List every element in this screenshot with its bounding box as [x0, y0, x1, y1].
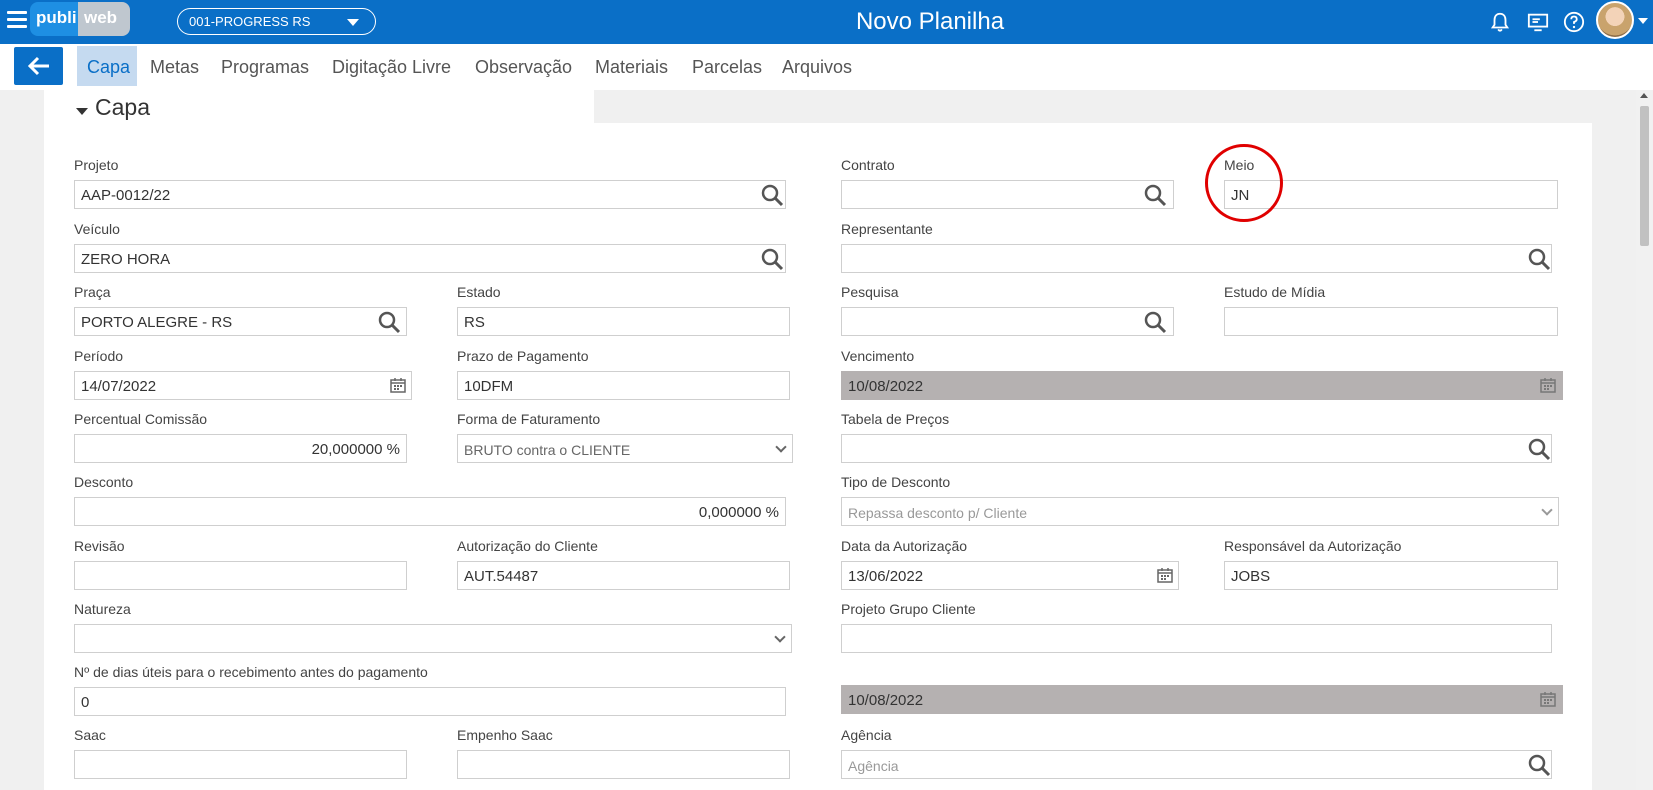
periodo-field[interactable]: 14/07/2022 [74, 371, 412, 400]
saac-field[interactable] [74, 750, 407, 779]
calendar-icon [1540, 378, 1556, 393]
search-icon[interactable] [760, 247, 784, 271]
estudo-midia-label: Estudo de Mídia [1224, 284, 1326, 300]
projeto-label: Projeto [74, 157, 119, 173]
agencia-label: Agência [841, 727, 892, 743]
projeto-grupo-cliente-field[interactable] [841, 624, 1552, 653]
revisao-field[interactable] [74, 561, 407, 590]
forma-faturamento-label: Forma de Faturamento [457, 411, 601, 427]
arrow-left-icon [27, 56, 49, 76]
search-icon[interactable] [1527, 753, 1551, 777]
search-icon[interactable] [760, 183, 784, 207]
meio-field[interactable]: JN [1224, 180, 1558, 209]
search-icon[interactable] [1527, 247, 1551, 271]
company-select-value: 001-PROGRESS RS [189, 14, 311, 29]
chevron-down-icon[interactable] [1638, 18, 1648, 24]
saac-label: Saac [74, 727, 106, 743]
representante-field[interactable] [841, 244, 1552, 273]
dias-uteis-field[interactable]: 0 [74, 687, 786, 716]
menu-icon[interactable] [7, 11, 27, 29]
company-select[interactable]: 001-PROGRESS RS [177, 8, 376, 35]
veiculo-label: Veículo [74, 221, 120, 237]
logo-right: web [78, 2, 130, 36]
caret-down-icon[interactable] [76, 108, 88, 115]
projeto-field[interactable]: AAP-0012/22 [74, 180, 786, 209]
bell-icon[interactable] [1489, 11, 1511, 33]
autorizacao-cliente-label: Autorização do Cliente [457, 538, 598, 554]
back-button[interactable] [14, 47, 63, 85]
praca-label: Praça [74, 284, 111, 300]
chevron-down-icon [347, 19, 359, 26]
data-autorizacao-label: Data da Autorização [841, 538, 968, 554]
veiculo-field[interactable]: ZERO HORA [74, 244, 786, 273]
monitor-icon[interactable] [1527, 11, 1549, 33]
pesquisa-label: Pesquisa [841, 284, 899, 300]
praca-field[interactable]: PORTO ALEGRE - RS [74, 307, 407, 336]
estado-label: Estado [457, 284, 501, 300]
scroll-up-icon[interactable] [1640, 93, 1648, 98]
tab-capa[interactable]: Capa [77, 46, 138, 86]
desconto-label: Desconto [74, 474, 134, 490]
scrollbar[interactable] [1636, 90, 1653, 790]
help-icon[interactable] [1563, 11, 1585, 33]
dias-uteis-label: Nº de dias úteis para o recebimento ante… [74, 664, 428, 680]
tabela-precos-label: Tabela de Preços [841, 411, 950, 427]
vencimento-label: Vencimento [841, 348, 915, 364]
pesquisa-field[interactable] [841, 307, 1174, 336]
search-icon[interactable] [1143, 310, 1167, 334]
revisao-label: Revisão [74, 538, 125, 554]
tab-observacao[interactable]: Observação [475, 46, 572, 86]
percentual-comissao-label: Percentual Comissão [74, 411, 208, 427]
calendar-icon[interactable] [1157, 567, 1173, 583]
tipo-desconto-select[interactable]: Repassa desconto p/ Cliente [841, 497, 1559, 526]
responsavel-autorizacao-field[interactable]: JOBS [1224, 561, 1558, 590]
tab-arquivos[interactable]: Arquivos [782, 46, 852, 86]
prazo-pagamento-field[interactable]: 10DFM [457, 371, 790, 400]
natureza-select[interactable] [74, 624, 792, 653]
contrato-label: Contrato [841, 157, 895, 173]
section-title[interactable]: Capa [95, 94, 150, 121]
search-icon[interactable] [1527, 437, 1551, 461]
desconto-field[interactable]: 0,000000 % [74, 497, 786, 526]
tipo-desconto-label: Tipo de Desconto [841, 474, 951, 490]
tab-metas[interactable]: Metas [150, 46, 199, 86]
publiweb-logo[interactable]: publi web [30, 2, 130, 38]
natureza-label: Natureza [74, 601, 131, 617]
contrato-field[interactable] [841, 180, 1174, 209]
calendar-icon [1540, 692, 1556, 707]
empenho-saac-field[interactable] [457, 750, 790, 779]
tabela-precos-field[interactable] [841, 434, 1552, 463]
responsavel-autorizacao-label: Responsável da Autorização [1224, 538, 1402, 554]
tab-parcelas[interactable]: Parcelas [692, 46, 762, 86]
scroll-thumb[interactable] [1640, 106, 1649, 246]
data-autorizacao-field[interactable]: 13/06/2022 [841, 561, 1179, 590]
agencia-field[interactable]: Agência [841, 750, 1552, 779]
prazo-pagamento-label: Prazo de Pagamento [457, 348, 589, 364]
estudo-midia-field[interactable] [1224, 307, 1558, 336]
periodo-label: Período [74, 348, 124, 364]
meio-label: Meio [1224, 157, 1255, 173]
empenho-saac-label: Empenho Saac [457, 727, 553, 743]
estado-field[interactable]: RS [457, 307, 790, 336]
tab-programas[interactable]: Programas [221, 46, 309, 86]
tab-materiais[interactable]: Materiais [595, 46, 668, 86]
calendar-icon[interactable] [390, 377, 406, 393]
representante-label: Representante [841, 221, 933, 237]
vencimento-field: 10/08/2022 [841, 371, 1563, 400]
projeto-grupo-cliente-label: Projeto Grupo Cliente [841, 601, 976, 617]
tab-bar: Capa Metas Programas Digitação Livre Obs… [0, 44, 1653, 90]
avatar[interactable] [1596, 1, 1634, 39]
logo-left: publi [30, 2, 80, 36]
tab-digitacao-livre[interactable]: Digitação Livre [332, 46, 451, 86]
forma-faturamento-select[interactable]: BRUTO contra o CLIENTE [457, 434, 793, 463]
data-recebimento-field: 10/08/2022 [841, 685, 1563, 714]
autorizacao-cliente-field[interactable]: AUT.54487 [457, 561, 790, 590]
percentual-comissao-field[interactable]: 20,000000 % [74, 434, 407, 463]
search-icon[interactable] [1143, 183, 1167, 207]
top-bar: publi web 001-PROGRESS RS Novo Planilha [0, 0, 1653, 44]
search-icon[interactable] [377, 310, 401, 334]
